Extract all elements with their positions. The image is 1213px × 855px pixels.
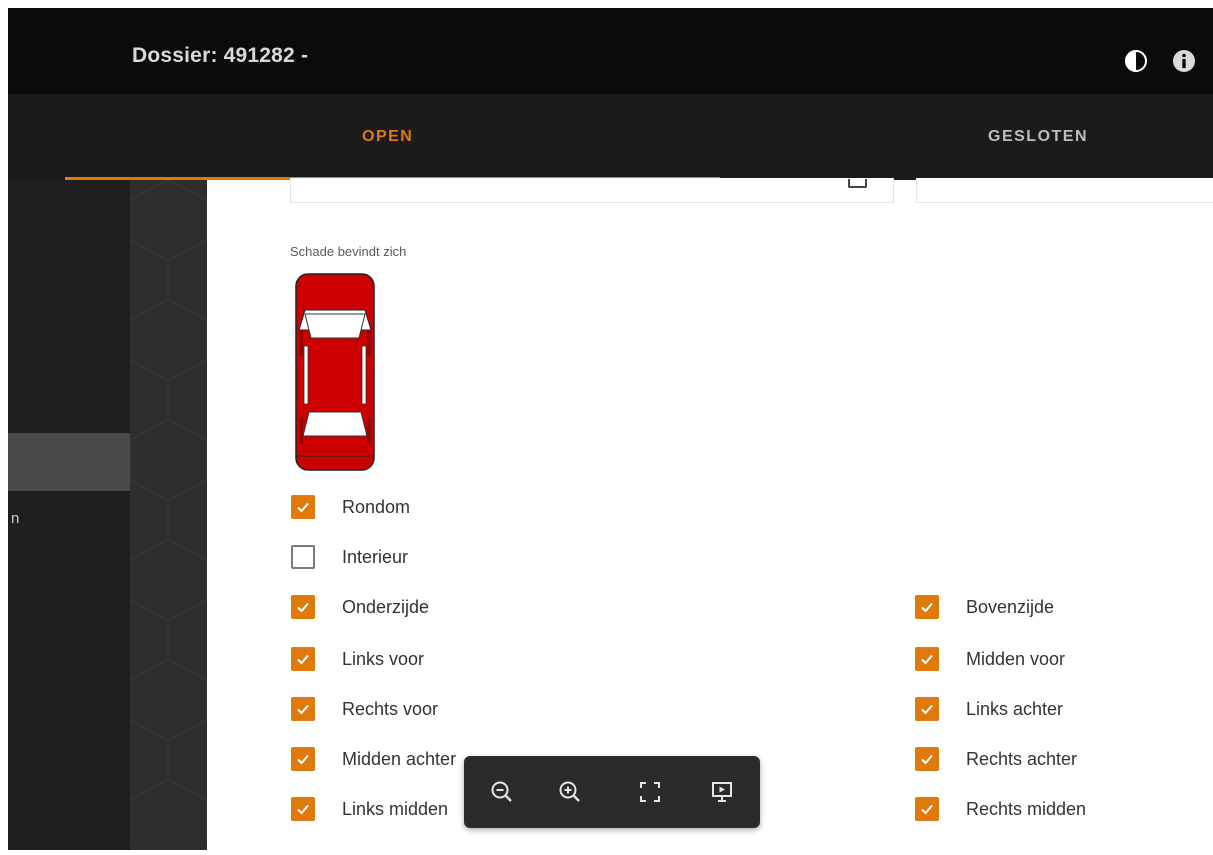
damage-location-label: Schade bevindt zich: [290, 244, 407, 259]
checkbox-links-achter[interactable]: Links achter: [915, 695, 1063, 723]
checkbox-empty[interactable]: [291, 545, 315, 569]
fit-screen-icon[interactable]: [636, 778, 664, 806]
checkbox-label: Midden voor: [966, 648, 1066, 669]
checkmark-icon[interactable]: [915, 647, 939, 671]
checkbox-rondom[interactable]: Rondom: [291, 493, 410, 521]
checkmark-icon[interactable]: [915, 697, 939, 721]
checkmark-icon[interactable]: [291, 697, 315, 721]
checkbox-label: Rechts achter: [966, 748, 1078, 769]
presentation-icon[interactable]: [708, 778, 736, 806]
zoom-in-icon[interactable]: [556, 778, 584, 806]
checkmark-icon[interactable]: [915, 595, 939, 619]
sidebar-item-active[interactable]: [8, 433, 130, 491]
zoom-out-icon[interactable]: [488, 778, 516, 806]
checkmark-icon[interactable]: [291, 595, 315, 619]
contrast-icon[interactable]: [1124, 49, 1148, 73]
checkbox-label: Interieur: [342, 546, 409, 567]
form-field[interactable]: [916, 178, 1213, 203]
checkbox-links-voor[interactable]: Links voor: [291, 645, 424, 673]
field-control-icon[interactable]: [848, 179, 867, 188]
checkbox-label: Midden achter: [342, 748, 457, 769]
tab-open[interactable]: OPEN: [362, 128, 413, 146]
checkbox-rechts-voor[interactable]: Rechts voor: [291, 695, 438, 723]
checkmark-icon[interactable]: [291, 747, 315, 771]
checkmark-icon[interactable]: [291, 495, 315, 519]
viewer-toolbar: [464, 756, 760, 828]
checkbox-label: Links achter: [966, 698, 1064, 719]
checkbox-label: Rondom: [342, 496, 411, 517]
checkbox-label: Links midden: [342, 798, 449, 819]
tab-gesloten[interactable]: GESLOTEN: [988, 128, 1088, 146]
checkmark-icon[interactable]: [915, 747, 939, 771]
checkmark-icon[interactable]: [915, 797, 939, 821]
tab-bar: OPEN GESLOTEN: [8, 94, 1213, 180]
checkbox-rechts-achter[interactable]: Rechts achter: [915, 745, 1077, 773]
car-diagram[interactable]: [293, 270, 377, 474]
top-bar: Dossier: 491282 -: [8, 8, 1213, 94]
info-icon[interactable]: [1172, 49, 1196, 73]
background-pattern: [129, 179, 208, 850]
checkbox-bovenzijde[interactable]: Bovenzijde: [915, 593, 1054, 621]
checkbox-label: Bovenzijde: [966, 596, 1055, 617]
checkmark-icon[interactable]: [291, 797, 315, 821]
checkbox-label: Rechts midden: [966, 798, 1087, 819]
form-field[interactable]: [290, 178, 894, 203]
checkbox-label: Rechts voor: [342, 698, 439, 719]
checkmark-icon[interactable]: [291, 647, 315, 671]
checkbox-label: Onderzijde: [342, 596, 430, 617]
checkbox-links-midden[interactable]: Links midden: [291, 795, 448, 823]
checkbox-midden-achter[interactable]: Midden achter: [291, 745, 456, 773]
checkbox-rechts-midden[interactable]: Rechts midden: [915, 795, 1086, 823]
checkbox-label: Links voor: [342, 648, 425, 669]
checkbox-interieur[interactable]: Interieur: [291, 543, 408, 571]
sidebar-item-label[interactable]: n: [11, 510, 19, 527]
sidebar: n: [8, 180, 130, 850]
dossier-title: Dossier: 491282 -: [132, 44, 309, 67]
checkbox-midden-voor[interactable]: Midden voor: [915, 645, 1065, 673]
content-panel: Schade bevindt zich Rondom Interieur Ond…: [207, 178, 1213, 850]
checkbox-onderzijde[interactable]: Onderzijde: [291, 593, 429, 621]
